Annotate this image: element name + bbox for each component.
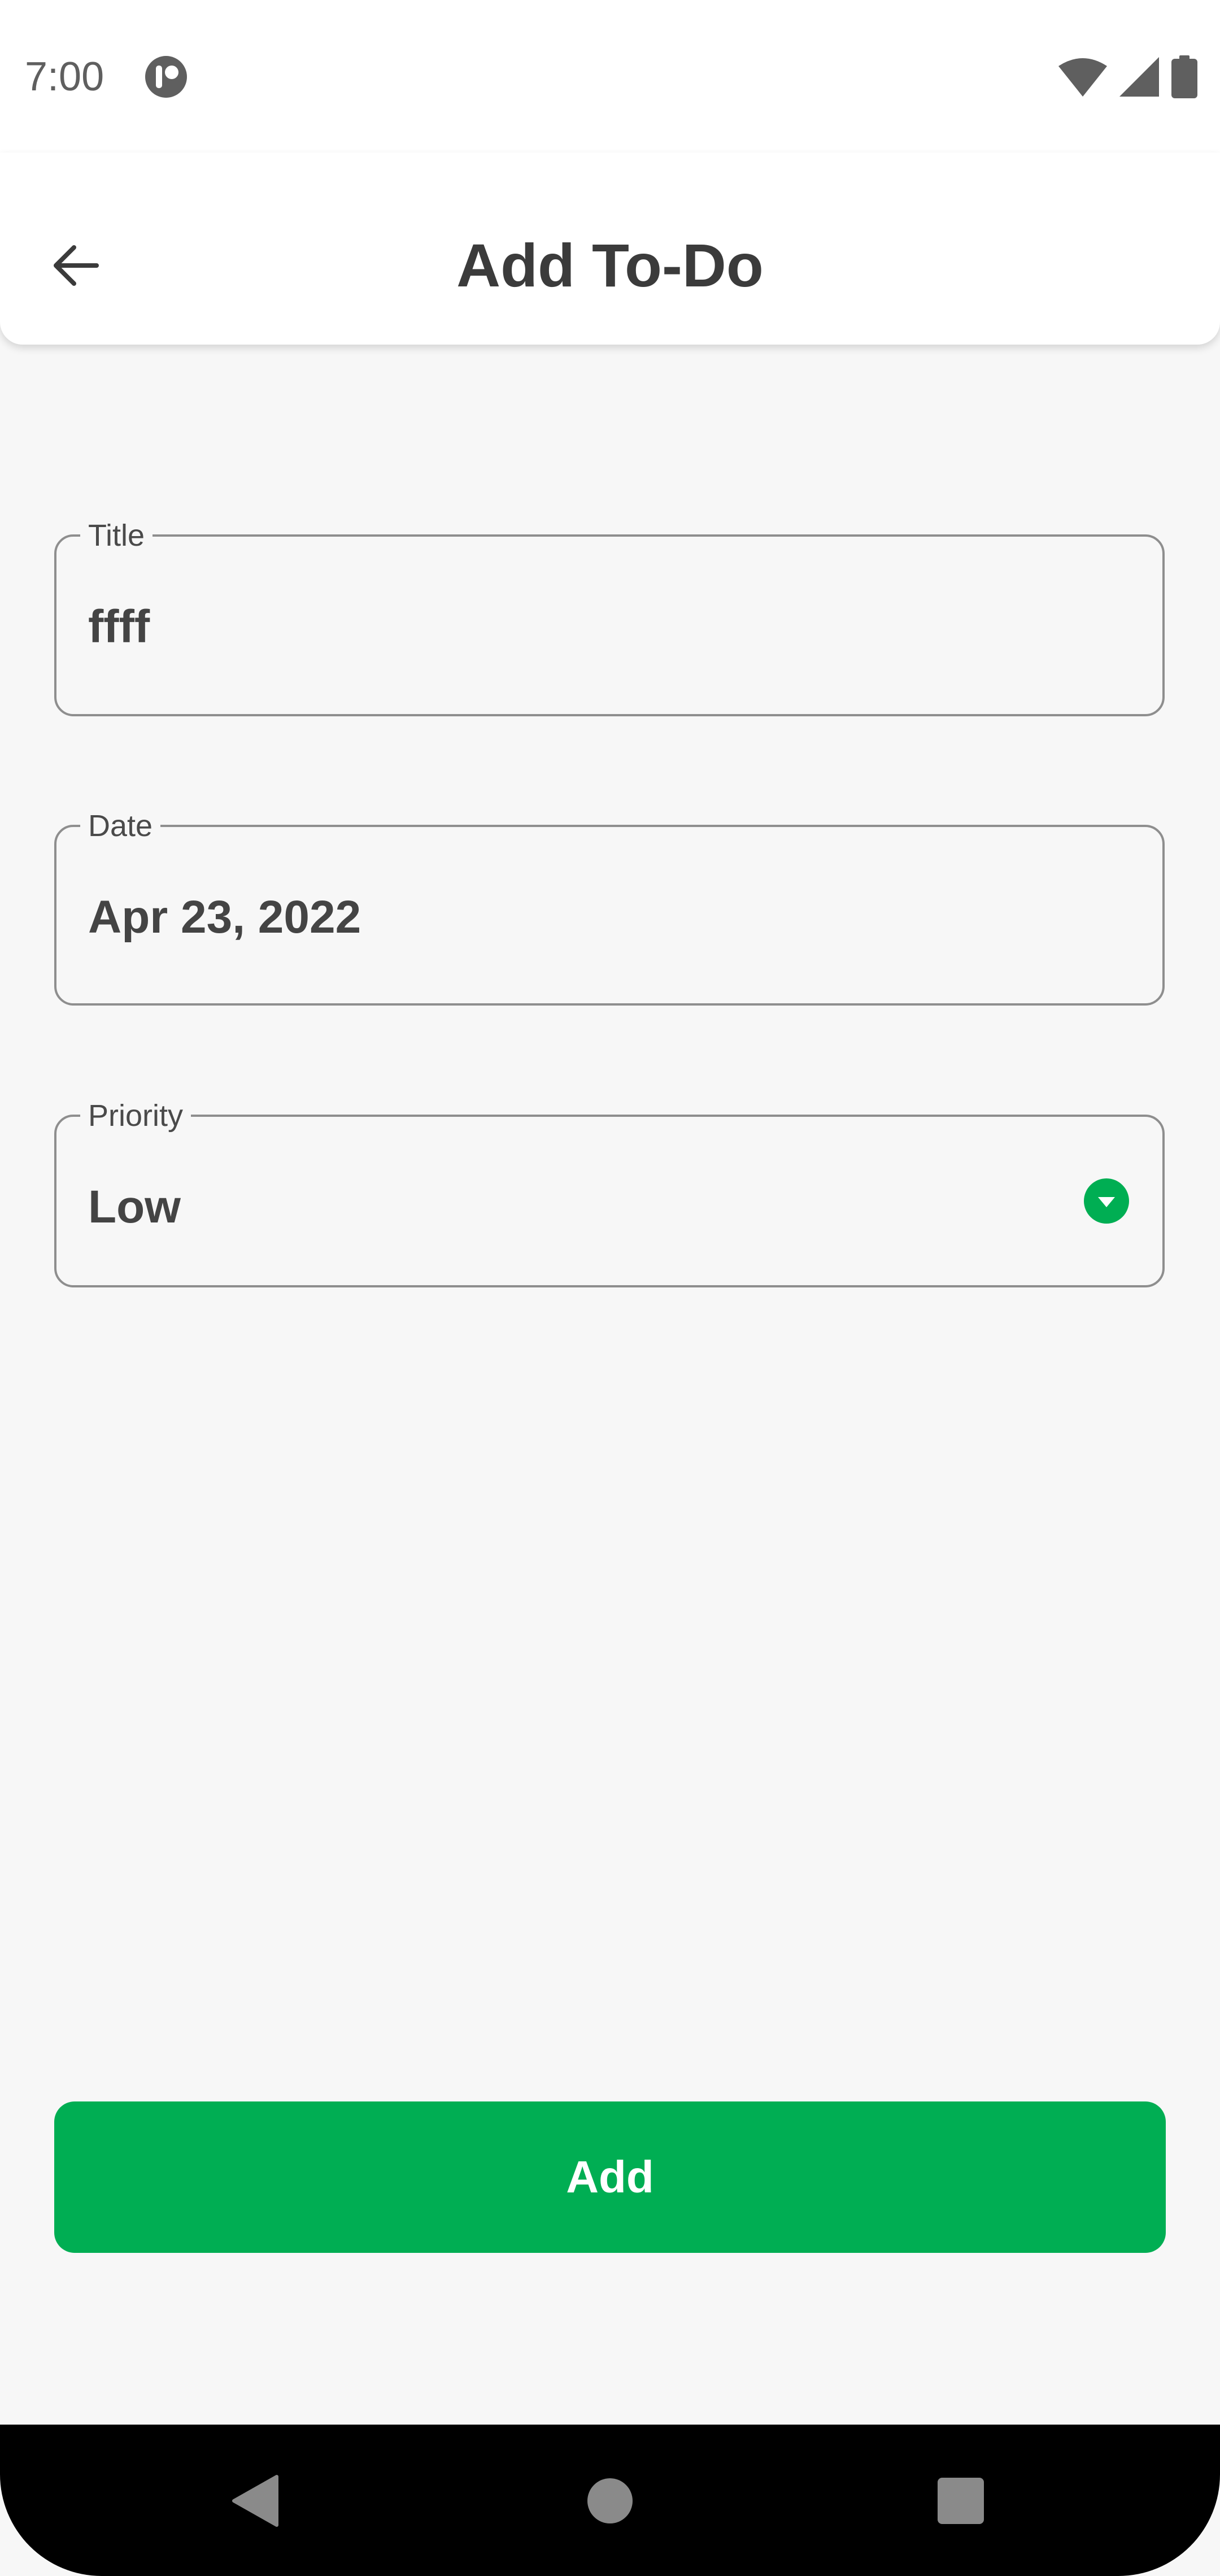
date-field[interactable]: Date Apr 23, 2022 bbox=[54, 808, 1165, 1006]
status-icons bbox=[1058, 54, 1197, 99]
nav-home-button[interactable] bbox=[573, 2464, 647, 2538]
priority-field-label: Priority bbox=[80, 1098, 191, 1134]
nav-recents-icon bbox=[938, 2478, 984, 2524]
status-time: 7:00 bbox=[25, 54, 104, 99]
title-field[interactable]: Title ffff bbox=[54, 517, 1165, 716]
status-bar: 7:00 bbox=[0, 0, 1220, 153]
add-button[interactable]: Add bbox=[54, 2101, 1166, 2253]
dropdown-icon[interactable] bbox=[1083, 1178, 1130, 1224]
battery-icon bbox=[1171, 55, 1197, 98]
title-field-value: ffff bbox=[88, 601, 150, 652]
wifi-icon bbox=[1058, 58, 1107, 97]
app-notification-icon bbox=[145, 56, 187, 98]
page-title: Add To-Do bbox=[456, 231, 764, 299]
system-nav-bar bbox=[0, 2425, 1220, 2576]
nav-back-icon bbox=[232, 2475, 278, 2527]
date-field-value: Apr 23, 2022 bbox=[88, 891, 361, 943]
date-field-label: Date bbox=[80, 808, 161, 844]
nav-recents-button[interactable] bbox=[924, 2464, 997, 2538]
nav-back-button[interactable] bbox=[219, 2464, 292, 2538]
app-bar: Add To-Do bbox=[0, 153, 1220, 345]
nav-home-icon bbox=[587, 2478, 633, 2523]
priority-dropdown[interactable]: Priority Low bbox=[54, 1098, 1165, 1287]
title-field-label: Title bbox=[80, 517, 153, 554]
priority-selected-value: Low bbox=[88, 1181, 181, 1233]
cell-signal-icon bbox=[1119, 57, 1159, 97]
